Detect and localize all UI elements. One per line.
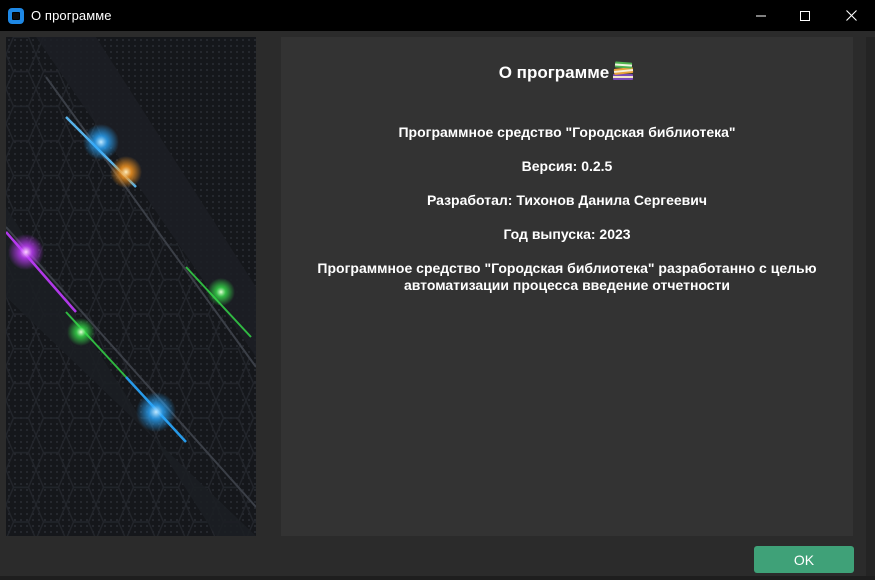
close-button[interactable] [828,0,874,31]
description-line-1: Программное средство "Городская библиоте… [317,260,817,276]
about-dialog: О программе О программе Программное сред… [0,0,875,580]
about-content-panel: О программе Программное средство "Городс… [281,37,853,536]
release-year-text: Год выпуска: 2023 [503,226,631,242]
ok-button[interactable]: OK [754,546,854,573]
maximize-icon [800,10,810,21]
window-title: О программе [31,8,112,23]
minimize-icon [756,15,766,16]
right-edge-strip [866,37,875,580]
maximize-button[interactable] [782,0,828,31]
title-bar[interactable]: О программе [0,0,875,31]
close-icon [845,10,857,21]
minimize-button[interactable] [738,0,784,31]
about-heading-text: О программе [498,63,610,82]
books-icon [611,59,635,86]
developer-text: Разработал: Тихонов Данила Сергеевич [426,192,708,208]
product-name-text: Программное средство "Городская библиоте… [398,124,736,140]
app-icon [8,7,24,24]
about-heading: О программе [281,59,853,86]
decorative-artwork [6,37,256,536]
description-line-2: автоматизации процесса введение отчетнос… [403,277,731,293]
hexagon-neon-image [6,37,256,536]
version-text: Версия: 0.2.5 [521,158,613,174]
bottom-edge [0,576,875,580]
